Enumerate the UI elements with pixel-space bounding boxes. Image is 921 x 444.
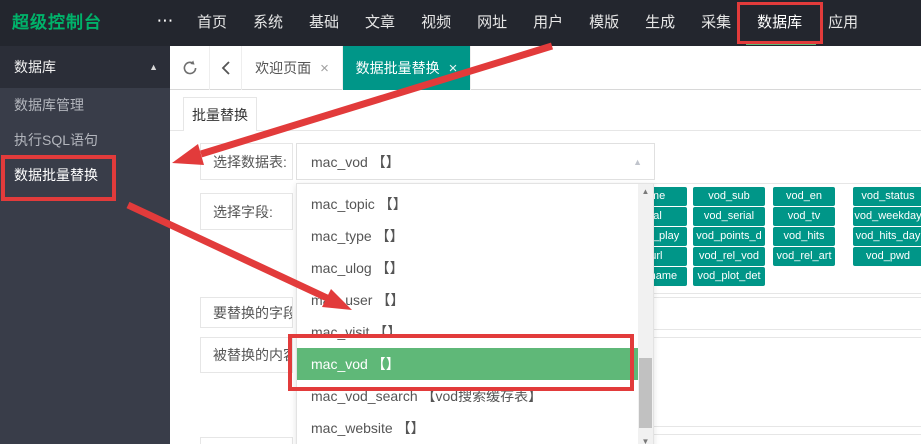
back-button[interactable] [210, 46, 242, 90]
topnav-item-app[interactable]: 应用 [815, 0, 871, 46]
next-row-label [200, 437, 293, 444]
dropdown-option-mac-vod[interactable]: mac_vod 【】 [297, 348, 638, 380]
chevron-up-icon: ▲ [633, 144, 642, 181]
dropdown-list: mac_topic 【】 mac_type 【】 mac_ulog 【】 mac… [297, 188, 638, 444]
app-logo: 超级控制台 [12, 0, 102, 46]
dropdown-option-mac-visit[interactable]: mac_visit 【】 [297, 316, 638, 348]
table-select[interactable]: mac_vod 【】 ▲ [296, 143, 655, 180]
topnav-item-database[interactable]: 数据库 [744, 0, 815, 46]
field-tag[interactable]: vod_pwd [853, 247, 921, 266]
close-icon[interactable]: × [320, 60, 329, 77]
close-icon[interactable]: × [449, 60, 458, 77]
app-root: 超级控制台 ⋯ 首页 系统 基础 文章 视频 网址 用户 模版 生成 采集 数据… [0, 0, 921, 444]
field-tag[interactable]: vod_hits_day [853, 227, 921, 246]
dropdown-option-mac-ulog[interactable]: mac_ulog 【】 [297, 252, 638, 284]
topnav-item-generate[interactable]: 生成 [632, 0, 688, 46]
content-tab-divider [170, 130, 921, 131]
sidebar-item-db-manage[interactable]: 数据库管理 [0, 88, 170, 123]
scroll-down-icon[interactable]: ▼ [638, 434, 653, 444]
sidebar-item-exec-sql[interactable]: 执行SQL语句 [0, 123, 170, 158]
refresh-button[interactable] [170, 46, 210, 90]
field-tag[interactable]: vod_rel_art [773, 247, 835, 266]
field-tag[interactable]: vod_rel_vod [693, 247, 765, 266]
topnav-item-video[interactable]: 视频 [408, 0, 464, 46]
dropdown-option-mac-topic[interactable]: mac_topic 【】 [297, 188, 638, 220]
field-tag[interactable]: vod_sub [693, 187, 765, 206]
table-select-dropdown: mac_topic 【】 mac_type 【】 mac_ulog 【】 mac… [296, 183, 654, 444]
replaced-content-label: 被替换的内容... [200, 337, 293, 373]
field-tag[interactable]: vod_points_d [693, 227, 765, 246]
sidebar-group-database[interactable]: 数据库 ▲ [0, 46, 170, 88]
app-header: 超级控制台 ⋯ 首页 系统 基础 文章 视频 网址 用户 模版 生成 采集 数据… [0, 0, 921, 46]
field-tag[interactable]: vod_tv [773, 207, 835, 226]
fields-label: 选择字段: [200, 193, 293, 230]
refresh-icon [181, 59, 199, 77]
table-select-label: 选择数据表: [200, 143, 293, 180]
topnav-item-collect[interactable]: 采集 [688, 0, 744, 46]
field-tag[interactable]: vod_hits [773, 227, 835, 246]
dropdown-scrollbar[interactable]: ▲ ▼ [638, 184, 653, 444]
top-nav: 首页 系统 基础 文章 视频 网址 用户 模版 生成 采集 数据库 应用 [184, 0, 871, 46]
topnav-item-basic[interactable]: 基础 [296, 0, 352, 46]
menu-collapse-icon[interactable]: ⋯ [150, 0, 180, 42]
topnav-item-template[interactable]: 模版 [576, 0, 632, 46]
topnav-item-article[interactable]: 文章 [352, 0, 408, 46]
chevron-up-icon: ▲ [149, 46, 158, 88]
scrollbar-thumb[interactable] [639, 358, 652, 428]
chevron-left-icon [219, 60, 233, 76]
scroll-up-icon[interactable]: ▲ [638, 184, 653, 200]
replace-field-label: 要替换的字段... [200, 297, 293, 328]
topnav-item-url[interactable]: 网址 [464, 0, 520, 46]
topnav-item-system[interactable]: 系统 [240, 0, 296, 46]
dropdown-option-mac-vod-search[interactable]: mac_vod_search 【vod搜索缓存表】 [297, 380, 638, 412]
tab-batch-replace-label: 数据批量替换 [356, 58, 440, 78]
content-tab-batch-replace[interactable]: 批量替换 [183, 97, 257, 131]
table-select-value: mac_vod 【】 [311, 152, 400, 172]
field-tag[interactable]: vod_plot_det [693, 267, 765, 286]
sidebar-group-label: 数据库 [14, 59, 56, 75]
sidebar-item-batch-replace[interactable]: 数据批量替换 [0, 158, 170, 193]
tab-welcome[interactable]: 欢迎页面 × [242, 46, 343, 90]
dropdown-option-mac-type[interactable]: mac_type 【】 [297, 220, 638, 252]
topnav-item-user[interactable]: 用户 [520, 0, 576, 46]
sidebar: 数据库 ▲ 数据库管理 执行SQL语句 数据批量替换 [0, 46, 170, 444]
topnav-item-home[interactable]: 首页 [184, 0, 240, 46]
tab-welcome-label: 欢迎页面 [255, 58, 311, 78]
dropdown-option-mac-user[interactable]: mac_user 【】 [297, 284, 638, 316]
tab-batch-replace[interactable]: 数据批量替换 × [343, 46, 471, 90]
page-tabbar: 欢迎页面 × 数据批量替换 × [170, 46, 921, 90]
field-tag[interactable]: vod_en [773, 187, 835, 206]
active-nav-indicator [746, 41, 816, 45]
field-tag[interactable]: vod_status [853, 187, 921, 206]
field-tag[interactable]: vod_serial [693, 207, 765, 226]
dropdown-option-mac-website[interactable]: mac_website 【】 [297, 412, 638, 444]
field-tag[interactable]: vod_weekday [853, 207, 921, 226]
